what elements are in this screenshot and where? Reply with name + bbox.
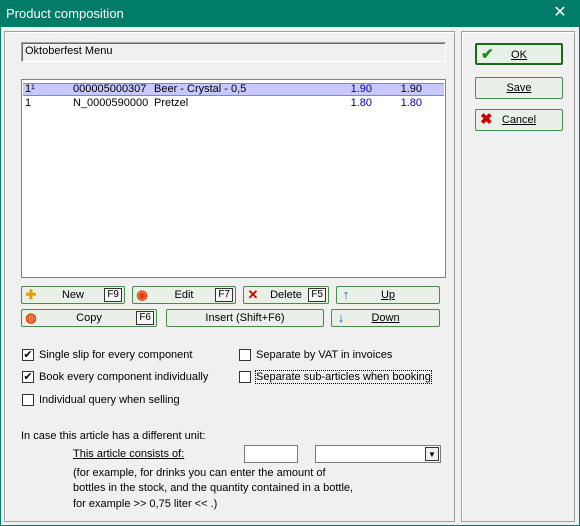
new-button[interactable]: ✚ New F9 bbox=[21, 286, 125, 304]
cancel-button[interactable]: ✖ Cancel bbox=[475, 109, 563, 131]
checkbox-unchecked-icon bbox=[239, 349, 251, 361]
component-price: 1.90 bbox=[350, 83, 372, 95]
component-qty: 1 bbox=[25, 97, 32, 109]
copy-button[interactable]: ◍ Copy F6 bbox=[21, 309, 157, 327]
action-panel bbox=[461, 31, 575, 522]
component-code: 000005000307 bbox=[73, 83, 147, 95]
chevron-down-icon[interactable]: ▼ bbox=[425, 447, 439, 461]
component-total: 1.80 bbox=[400, 97, 422, 109]
separate-subarticles-checkbox[interactable]: Separate sub-articles when booking bbox=[239, 370, 444, 384]
unit-select[interactable]: ▼ bbox=[315, 445, 441, 463]
unit-quantity-input[interactable] bbox=[244, 445, 298, 463]
checkbox-checked-icon: ✔ bbox=[22, 349, 34, 361]
list-item[interactable]: 1 N_0000590000 Pretzel 1.80 1.80 bbox=[23, 97, 444, 110]
consists-of-label: This article consists of: bbox=[73, 448, 184, 460]
checkbox-checked-icon: ✔ bbox=[22, 371, 34, 383]
component-total: 1.90 bbox=[400, 83, 422, 95]
individual-query-checkbox[interactable]: Individual query when selling bbox=[22, 393, 222, 407]
close-icon[interactable]: ✕ bbox=[540, 0, 580, 27]
window-title: Product composition bbox=[6, 6, 124, 21]
unit-help-line: (for example, for drinks you can enter t… bbox=[73, 467, 326, 479]
unit-heading: In case this article has a different uni… bbox=[21, 430, 206, 442]
component-price: 1.80 bbox=[350, 97, 372, 109]
component-qty: 1¹ bbox=[25, 83, 35, 95]
title-bar: Product composition ✕ bbox=[0, 0, 580, 27]
component-name: Pretzel bbox=[154, 97, 189, 109]
checkbox-unchecked-icon bbox=[22, 394, 34, 406]
edit-button[interactable]: ◉ Edit F7 bbox=[132, 286, 236, 304]
insert-button[interactable]: Insert (Shift+F6) bbox=[166, 309, 324, 327]
list-item[interactable]: 1¹ 000005000307 Beer - Crystal - 0,5 1.9… bbox=[23, 83, 444, 96]
component-name: Beer - Crystal - 0,5 bbox=[154, 83, 247, 95]
single-slip-checkbox[interactable]: ✔ Single slip for every component bbox=[22, 348, 222, 362]
component-code: N_0000590000 bbox=[73, 97, 149, 109]
checkbox-unchecked-icon bbox=[239, 371, 251, 383]
separate-vat-checkbox[interactable]: Separate by VAT in invoices bbox=[239, 348, 439, 362]
up-button[interactable]: ↑ Up bbox=[336, 286, 440, 304]
delete-button[interactable]: ✕ Delete F5 bbox=[243, 286, 329, 304]
book-individually-checkbox[interactable]: ✔ Book every component individually bbox=[22, 370, 232, 384]
unit-help-line: for example >> 0,75 liter << .) bbox=[73, 498, 218, 510]
ok-button[interactable]: ✔ OK bbox=[475, 43, 563, 65]
save-button[interactable]: Save bbox=[475, 77, 563, 99]
composite-name-field[interactable]: Oktoberfest Menu bbox=[21, 42, 446, 62]
down-button[interactable]: ↓ Down bbox=[331, 309, 440, 327]
unit-help-line: bottles in the stock, and the quantity c… bbox=[73, 482, 354, 494]
components-list[interactable]: 1¹ 000005000307 Beer - Crystal - 0,5 1.9… bbox=[21, 79, 446, 278]
consists-of-text: This article consists of: bbox=[73, 448, 185, 460]
